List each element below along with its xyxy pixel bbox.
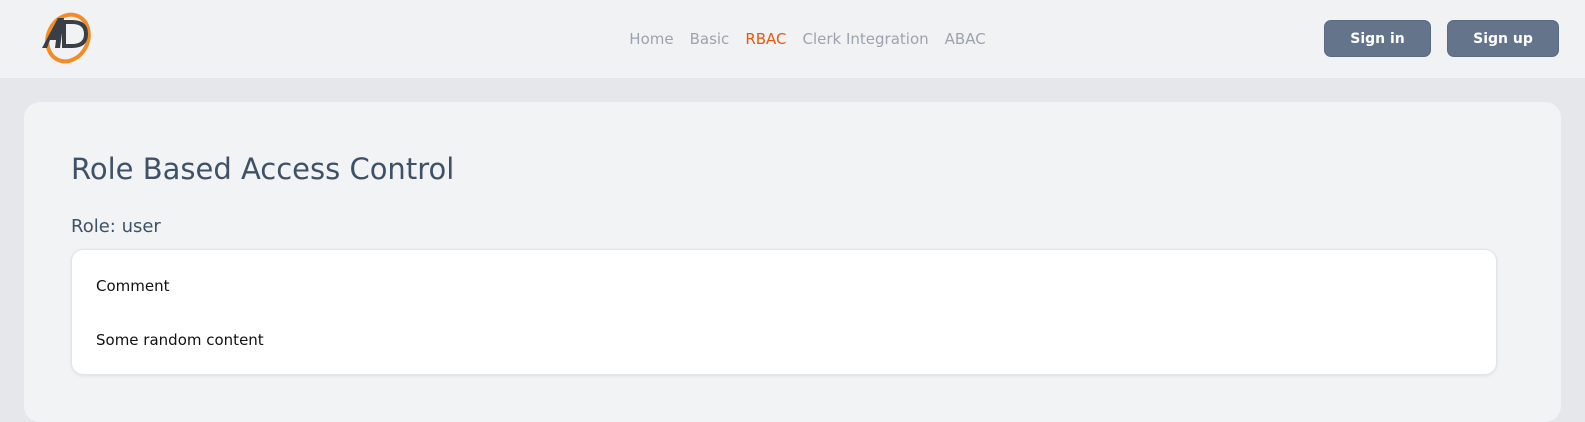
nav-clerk-integration[interactable]: Clerk Integration [803, 29, 929, 49]
nav-basic[interactable]: Basic [690, 29, 730, 49]
sign-up-button[interactable]: Sign up [1447, 20, 1559, 57]
sign-in-button[interactable]: Sign in [1324, 20, 1431, 57]
page-title: Role Based Access Control [71, 152, 455, 186]
main-panel: Role Based Access Control Role: user Com… [24, 102, 1561, 422]
top-header: Home Basic RBAC Clerk Integration ABAC S… [0, 0, 1585, 79]
nav-home[interactable]: Home [629, 29, 673, 49]
nav-rbac[interactable]: RBAC [745, 29, 786, 49]
card-body: Some random content [96, 331, 264, 349]
content-card: Comment Some random content [71, 249, 1497, 375]
card-title: Comment [96, 277, 170, 295]
role-label: Role: user [71, 216, 161, 237]
nav-abac[interactable]: ABAC [945, 29, 986, 49]
